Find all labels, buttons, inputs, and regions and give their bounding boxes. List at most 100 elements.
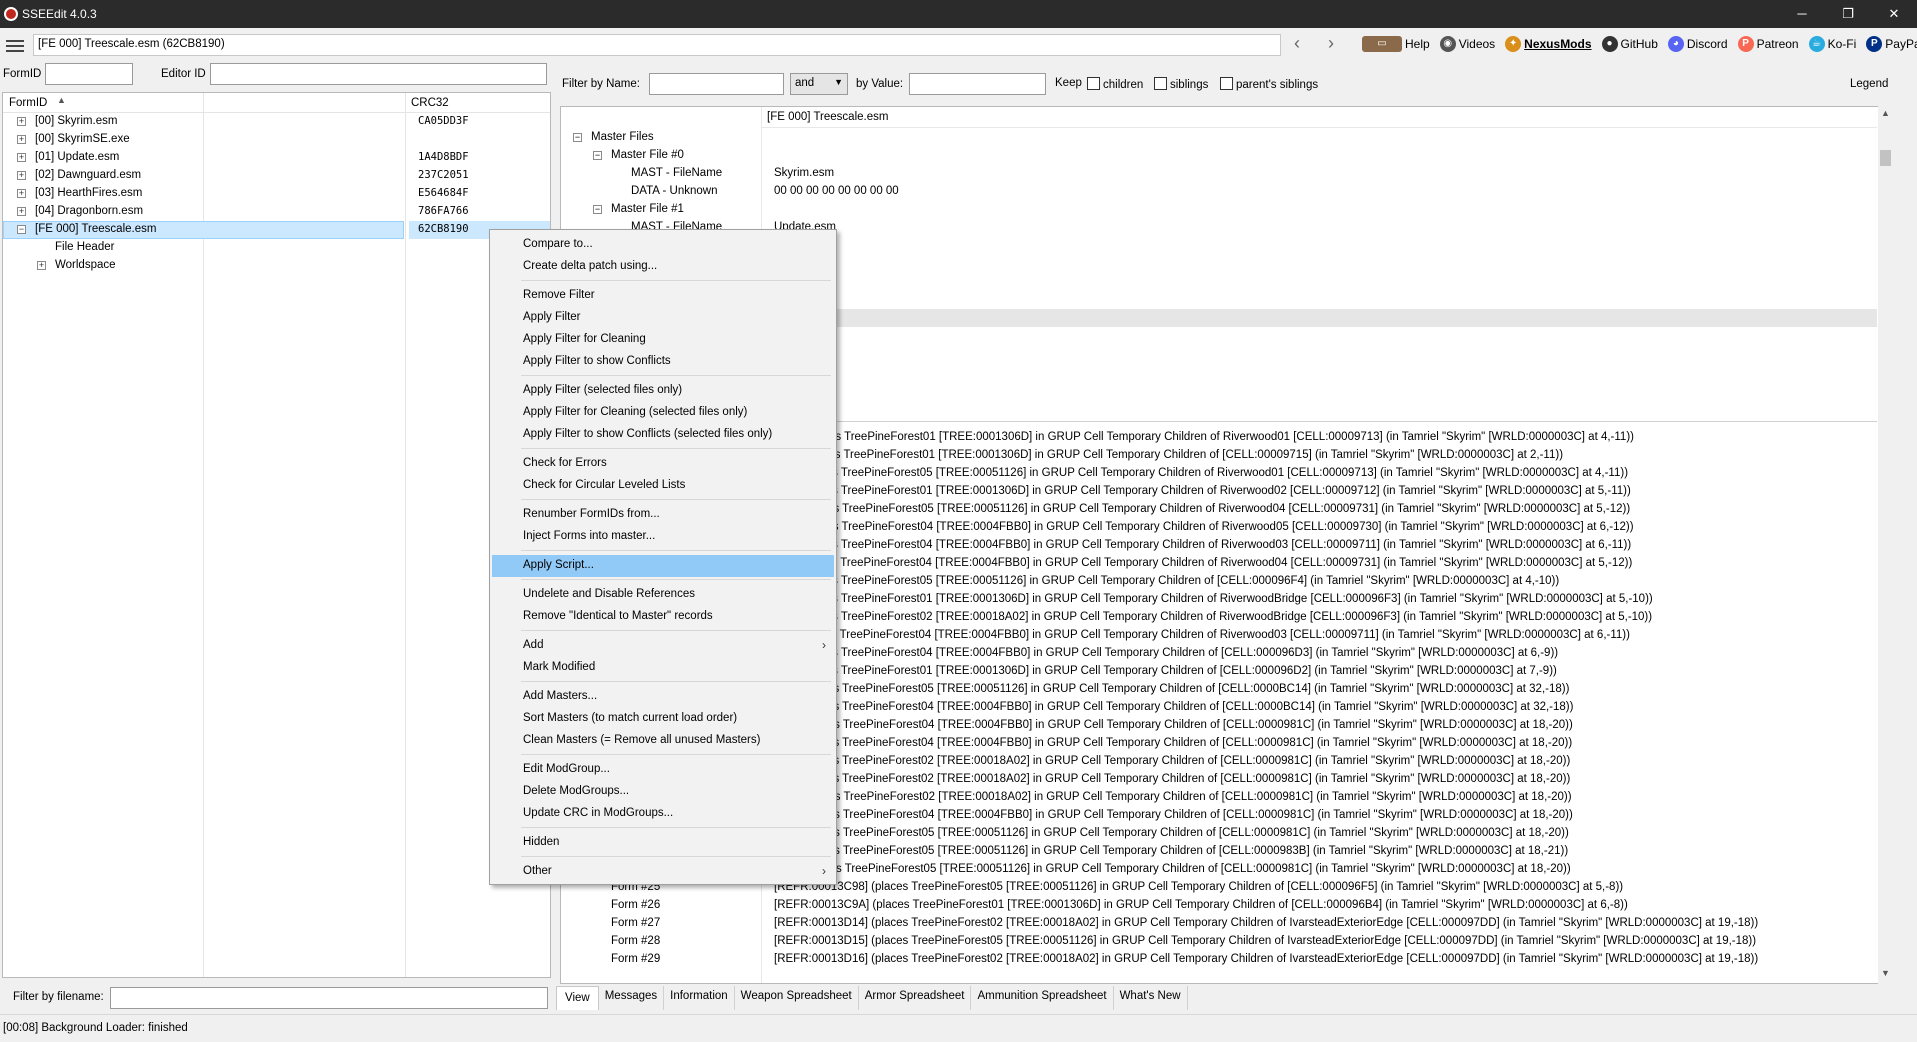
scroll-up-icon[interactable]: ▲ bbox=[1881, 108, 1890, 118]
toolbar-link-videos[interactable]: ◉ Videos bbox=[1439, 36, 1495, 52]
menu-item-apply-filter-for-cleaning[interactable]: Apply Filter for Cleaning bbox=[492, 329, 834, 351]
menu-item-label: Inject Forms into master... bbox=[523, 530, 656, 542]
tab-ammunition-spreadsheet[interactable]: Ammunition Spreadsheet bbox=[971, 986, 1114, 1010]
scroll-down-icon[interactable]: ▼ bbox=[1881, 968, 1890, 978]
expand-icon[interactable]: + bbox=[17, 171, 26, 180]
menu-item-remove-identical-to-master-records[interactable]: Remove "Identical to Master" records bbox=[492, 606, 834, 628]
record-field-row[interactable]: − Master Files bbox=[561, 129, 1877, 147]
maximize-button[interactable]: ❐ bbox=[1825, 0, 1871, 28]
close-button[interactable]: ✕ bbox=[1871, 0, 1917, 28]
filter-name-input[interactable] bbox=[649, 73, 784, 95]
form-row[interactable]: Form #29 [REFR:00013D16] (places TreePine… bbox=[561, 951, 1877, 969]
toolbar-link-ko-fi[interactable]: ☕ Ko-Fi bbox=[1808, 36, 1856, 52]
menu-item-compare-to[interactable]: Compare to... bbox=[492, 234, 834, 256]
form-value: 6E5] (places TreePineForest01 [TREE:0001… bbox=[774, 593, 1653, 605]
menu-item-undelete-and-disable-references[interactable]: Undelete and Disable References bbox=[492, 584, 834, 606]
menu-item-delete-modgroups[interactable]: Delete ModGroups... bbox=[492, 781, 834, 803]
forward-button[interactable]: › bbox=[1328, 33, 1334, 54]
filter-value-input[interactable] bbox=[909, 73, 1046, 95]
form-label: Form #28 bbox=[611, 935, 661, 947]
menu-item-other[interactable]: Other › bbox=[492, 861, 834, 883]
tab-weapon-spreadsheet[interactable]: Weapon Spreadsheet bbox=[735, 986, 859, 1010]
tab-information[interactable]: Information bbox=[664, 986, 735, 1010]
menu-item-edit-modgroup[interactable]: Edit ModGroup... bbox=[492, 759, 834, 781]
tree-row[interactable]: + [00] SkyrimSE.exe bbox=[3, 131, 550, 149]
menu-item-check-for-circular-leveled-lists[interactable]: Check for Circular Leveled Lists bbox=[492, 475, 834, 497]
tree-row-name: [04] Dragonborn.esm bbox=[35, 205, 144, 217]
toolbar-link-patreon[interactable]: P Patreon bbox=[1737, 36, 1799, 52]
collapse-icon[interactable]: − bbox=[573, 133, 582, 142]
tree-row[interactable]: + [00] Skyrim.esm CA05DD3F bbox=[3, 113, 550, 131]
expand-icon[interactable]: + bbox=[37, 261, 46, 270]
expand-icon[interactable]: + bbox=[17, 189, 26, 198]
view-scrollbar[interactable]: ▲ ▼ bbox=[1878, 106, 1893, 984]
tree-row[interactable]: + [04] Dragonborn.esm 786FA766 bbox=[3, 203, 550, 221]
menu-item-apply-filter-for-cleaning-selected-files-only[interactable]: Apply Filter for Cleaning (selected file… bbox=[492, 402, 834, 424]
tree-row[interactable]: + [02] Dawnguard.esm 237C2051 bbox=[3, 167, 550, 185]
form-row[interactable]: Form #27 [REFR:00013D14] (places TreePine… bbox=[561, 915, 1877, 933]
and-or-select[interactable]: and ▼ bbox=[790, 73, 848, 95]
toolbar-link-discord[interactable]: ◕ Discord bbox=[1667, 36, 1728, 52]
editorid-input[interactable] bbox=[210, 63, 547, 85]
record-field-value: Skyrim.esm bbox=[774, 167, 835, 179]
menu-item-update-crc-in-modgroups[interactable]: Update CRC in ModGroups... bbox=[492, 803, 834, 825]
menu-item-hidden[interactable]: Hidden bbox=[492, 832, 834, 854]
keep-children-checkbox[interactable]: children bbox=[1087, 77, 1143, 91]
form-row[interactable]: Form #26 [REFR:00013C9A] (places TreePine… bbox=[561, 897, 1877, 915]
scroll-thumb[interactable] bbox=[1880, 150, 1891, 166]
filename-filter-input[interactable] bbox=[110, 987, 548, 1009]
tab-messages[interactable]: Messages bbox=[599, 986, 665, 1010]
tab-what-s-new[interactable]: What's New bbox=[1114, 986, 1188, 1010]
menu-item-sort-masters-to-match-current-load-order[interactable]: Sort Masters (to match current load orde… bbox=[492, 708, 834, 730]
collapse-icon[interactable]: − bbox=[593, 151, 602, 160]
toolbar-link-help[interactable]: ▭ Help bbox=[1362, 36, 1430, 52]
menu-item-create-delta-patch-using[interactable]: Create delta patch using... bbox=[492, 256, 834, 278]
toolbar-link-label: NexusMods bbox=[1524, 37, 1592, 51]
menu-item-clean-masters-remove-all-unused-masters[interactable]: Clean Masters (= Remove all unused Maste… bbox=[492, 730, 834, 752]
menu-item-renumber-formids-from[interactable]: Renumber FormIDs from... bbox=[492, 504, 834, 526]
expand-icon[interactable]: + bbox=[17, 135, 26, 144]
tree-row[interactable]: + [03] HearthFires.esm E564684F bbox=[3, 185, 550, 203]
menu-item-apply-filter-to-show-conflicts[interactable]: Apply Filter to show Conflicts bbox=[492, 351, 834, 373]
keep-parents-siblings-checkbox[interactable]: parent's siblings bbox=[1220, 77, 1318, 91]
keep-siblings-checkbox[interactable]: siblings bbox=[1154, 77, 1208, 91]
toolbar-link-github[interactable]: ● GitHub bbox=[1601, 36, 1658, 52]
tab-armor-spreadsheet[interactable]: Armor Spreadsheet bbox=[859, 986, 972, 1010]
menu-item-apply-filter[interactable]: Apply Filter bbox=[492, 307, 834, 329]
hamburger-menu-icon[interactable] bbox=[6, 40, 24, 52]
record-field-row[interactable]: − Master File #0 bbox=[561, 147, 1877, 165]
menu-item-apply-filter-to-show-conflicts-selected-files-only[interactable]: Apply Filter to show Conflicts (selected… bbox=[492, 424, 834, 446]
back-button[interactable]: ‹ bbox=[1294, 33, 1300, 54]
menu-item-apply-script[interactable]: Apply Script... bbox=[492, 555, 834, 577]
tree-row[interactable]: + Worldspace bbox=[3, 257, 550, 275]
menu-item-remove-filter[interactable]: Remove Filter bbox=[492, 285, 834, 307]
expand-icon[interactable]: + bbox=[17, 117, 26, 126]
menu-item-mark-modified[interactable]: Mark Modified bbox=[492, 657, 834, 679]
menu-item-add[interactable]: Add › bbox=[492, 635, 834, 657]
tab-view[interactable]: View bbox=[556, 986, 599, 1010]
collapse-icon[interactable]: − bbox=[593, 205, 602, 214]
tree-row[interactable]: − [FE 000] Treescale.esm 62CB8190 bbox=[3, 221, 550, 239]
tree-row[interactable]: + [01] Update.esm 1A4D8BDF bbox=[3, 149, 550, 167]
record-field-row[interactable]: − Master File #1 bbox=[561, 201, 1877, 219]
tree-row[interactable]: File Header bbox=[3, 239, 550, 257]
col-formid-header[interactable]: FormID bbox=[9, 97, 47, 109]
form-value: AC3] (places TreePineForest04 [TREE:0004… bbox=[774, 809, 1573, 821]
record-field-row[interactable]: MAST - FileName Skyrim.esm bbox=[561, 165, 1877, 183]
legend-button[interactable]: Legend bbox=[1850, 78, 1888, 90]
record-field-row[interactable]: DATA - Unknown 00 00 00 00 00 00 00 00 bbox=[561, 183, 1877, 201]
menu-item-apply-filter-selected-files-only[interactable]: Apply Filter (selected files only) bbox=[492, 380, 834, 402]
menu-item-inject-forms-into-master[interactable]: Inject Forms into master... bbox=[492, 526, 834, 548]
col-crc-header[interactable]: CRC32 bbox=[411, 97, 449, 109]
file-tree[interactable]: FormID ▲ CRC32 + [00] Skyrim.esm CA05DD3F +… bbox=[2, 92, 551, 978]
expand-icon[interactable]: + bbox=[17, 153, 26, 162]
menu-item-check-for-errors[interactable]: Check for Errors bbox=[492, 453, 834, 475]
menu-item-add-masters[interactable]: Add Masters... bbox=[492, 686, 834, 708]
form-row[interactable]: Form #28 [REFR:00013D15] (places TreePine… bbox=[561, 933, 1877, 951]
collapse-icon[interactable]: − bbox=[17, 225, 26, 234]
toolbar-link-nexusmods[interactable]: ✦ NexusMods bbox=[1505, 36, 1592, 52]
expand-icon[interactable]: + bbox=[17, 207, 26, 216]
minimize-button[interactable]: ─ bbox=[1779, 0, 1825, 28]
toolbar-link-paypal[interactable]: PPayPal bbox=[1866, 36, 1917, 52]
formid-input[interactable] bbox=[45, 63, 133, 85]
